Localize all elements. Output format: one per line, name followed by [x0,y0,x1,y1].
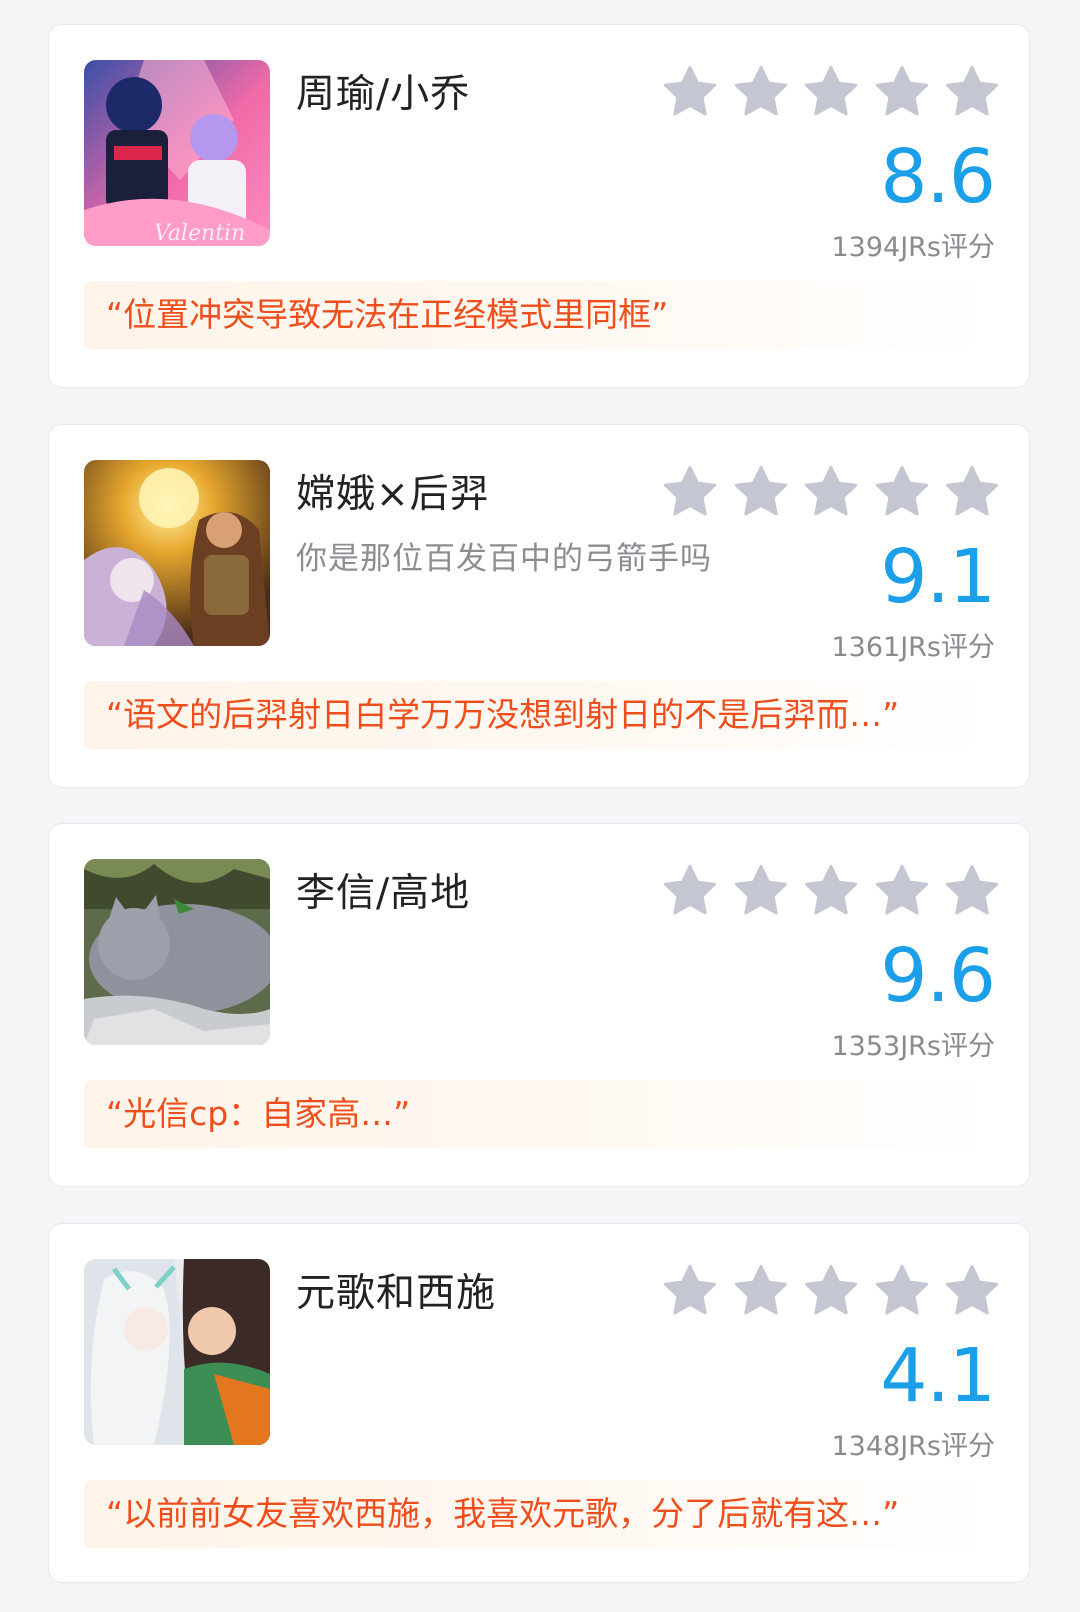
featured-comment[interactable]: “语文的后羿射日白学万万没想到射日的不是后羿而…” [84,681,996,749]
card-subtitle: 你是那位百发百中的弓箭手吗 [296,541,712,577]
rating-count: 1361JRs评分 [831,632,995,663]
score-value: 9.1 [880,534,996,620]
star-rating[interactable] [661,1262,1001,1322]
rating-count: 1348JRs评分 [831,1431,995,1462]
star-icon[interactable] [802,1262,860,1320]
rating-list: Valentin 周瑜/小乔 8.6 1394JRs评分 “位置冲突导致无法在正… [0,0,1080,1612]
card-title: 嫦娥×后羿 [296,472,490,517]
rating-count: 1353JRs评分 [831,1031,995,1062]
rating-count: 1394JRs评分 [831,232,995,263]
star-icon[interactable] [802,463,860,521]
star-icon[interactable] [661,463,719,521]
star-icon[interactable] [873,463,931,521]
star-icon[interactable] [943,63,1001,121]
star-icon[interactable] [943,463,1001,521]
star-icon[interactable] [873,1262,931,1320]
cat-thumbnail[interactable] [84,859,270,1045]
thumbnail-image [84,1259,270,1445]
thumbnail-image [84,859,270,1045]
score-value: 4.1 [880,1333,996,1419]
featured-comment[interactable]: “位置冲突导致无法在正经模式里同框” [84,281,996,349]
card-title: 周瑜/小乔 [296,72,471,117]
couple-thumbnail[interactable]: Valentin [84,60,270,246]
svg-text:Valentin: Valentin [154,221,245,246]
star-rating[interactable] [661,862,1001,922]
card-title: 李信/高地 [296,871,471,916]
star-icon[interactable] [661,63,719,121]
star-icon[interactable] [732,63,790,121]
star-icon[interactable] [943,862,1001,920]
star-icon[interactable] [661,1262,719,1320]
star-icon[interactable] [873,862,931,920]
rating-card[interactable]: Valentin 周瑜/小乔 8.6 1394JRs评分 “位置冲突导致无法在正… [48,24,1030,388]
star-icon[interactable] [732,862,790,920]
featured-comment[interactable]: “以前前女友喜欢西施，我喜欢元歌，分了后就有这…” [84,1480,996,1548]
score-value: 8.6 [880,134,996,220]
star-icon[interactable] [802,862,860,920]
star-icon[interactable] [732,463,790,521]
thumbnail-image [84,460,270,646]
card-title: 元歌和西施 [296,1271,497,1316]
thumbnail-image: Valentin [84,60,270,246]
star-icon[interactable] [802,63,860,121]
rating-card[interactable]: 元歌和西施 4.1 1348JRs评分 “以前前女友喜欢西施，我喜欢元歌，分了后… [48,1223,1030,1583]
star-rating[interactable] [661,63,1001,123]
star-icon[interactable] [732,1262,790,1320]
star-icon[interactable] [943,1262,1001,1320]
score-value: 9.6 [880,933,996,1019]
star-icon[interactable] [873,63,931,121]
featured-comment[interactable]: “光信cp：自家高…” [84,1080,996,1148]
couple-thumbnail[interactable] [84,1259,270,1445]
couple-thumbnail[interactable] [84,460,270,646]
star-icon[interactable] [661,862,719,920]
rating-card[interactable]: 李信/高地 9.6 1353JRs评分 “光信cp：自家高…” [48,823,1030,1187]
rating-card[interactable]: 嫦娥×后羿 你是那位百发百中的弓箭手吗 9.1 1361JRs评分 “语文的后羿… [48,424,1030,788]
star-rating[interactable] [661,463,1001,523]
